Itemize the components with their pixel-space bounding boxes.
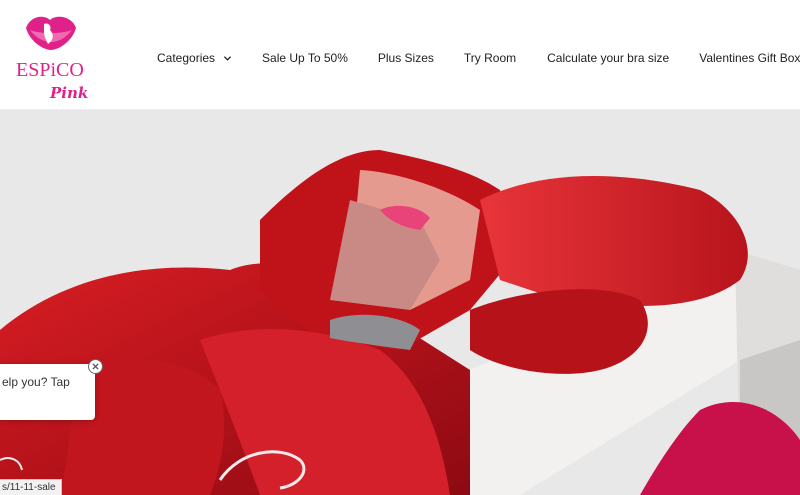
chat-close-button[interactable] — [88, 359, 103, 374]
nav-sale[interactable]: Sale Up To 50% — [262, 51, 348, 65]
close-icon — [92, 363, 99, 370]
espico-pink-logo[interactable]: ESPiCO Pink — [14, 12, 94, 104]
nav-bra-size-calculator[interactable]: Calculate your bra size — [547, 51, 669, 65]
chat-popup-text: elp you? Tap — [2, 375, 70, 389]
nav-try-room[interactable]: Try Room — [464, 51, 516, 65]
nav-categories[interactable]: Categories — [157, 51, 232, 65]
chevron-down-icon — [223, 55, 232, 61]
chat-popup[interactable]: elp you? Tap — [0, 364, 95, 420]
nav-valentines-gift-box[interactable]: Valentines Gift Box — [699, 51, 800, 65]
logo-wordmark: ESPiCO — [16, 59, 84, 81]
status-bar-url: s/11-11-sale — [0, 479, 62, 495]
nav-plus-sizes[interactable]: Plus Sizes — [378, 51, 434, 65]
main-navigation: Categories Sale Up To 50% Plus Sizes Try… — [157, 48, 800, 68]
hero-banner-image[interactable] — [0, 110, 800, 495]
nav-categories-label: Categories — [157, 51, 216, 65]
site-header: ESPiCO Pink Categories Sale Up To 50% Pl… — [0, 0, 800, 110]
logo-subwordmark: Pink — [49, 84, 88, 102]
